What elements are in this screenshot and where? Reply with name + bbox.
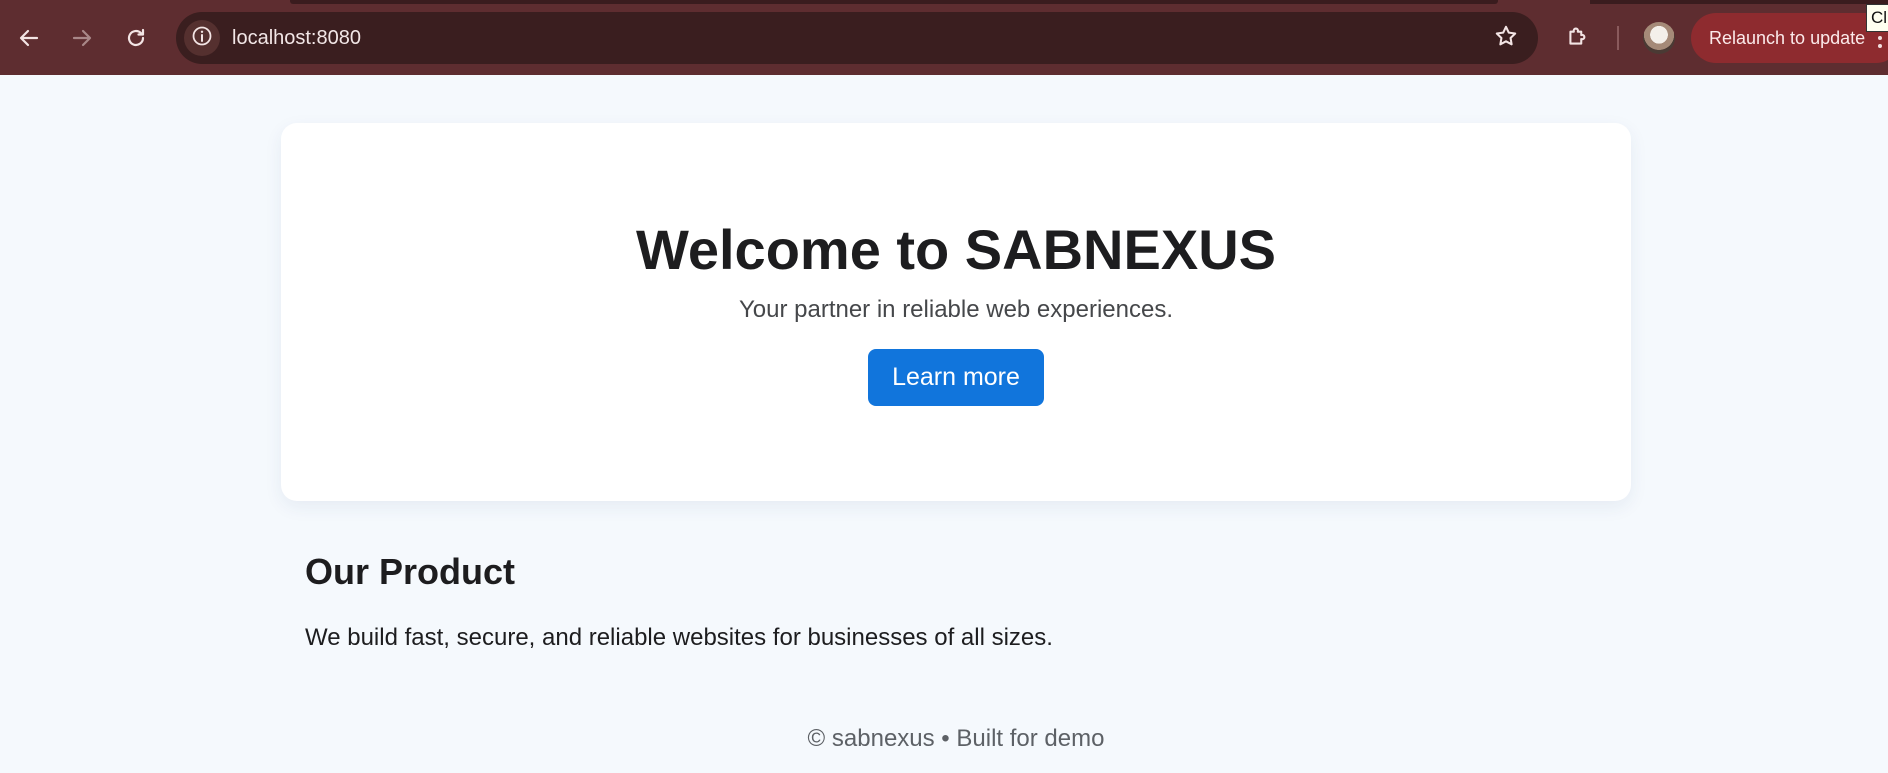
puzzle-icon (1565, 23, 1591, 54)
reload-button[interactable] (117, 19, 155, 57)
site-info-button[interactable] (184, 20, 220, 56)
product-description: We build fast, secure, and reliable webs… (305, 624, 1053, 651)
page-title: Welcome to SABNEXUS (636, 218, 1276, 281)
forward-button[interactable] (63, 19, 101, 57)
bookmark-button[interactable] (1492, 24, 1520, 52)
extensions-button[interactable] (1562, 22, 1594, 54)
address-bar[interactable]: localhost:8080 (176, 12, 1538, 64)
relaunch-button[interactable]: Relaunch to update (1691, 13, 1888, 63)
star-icon (1493, 23, 1519, 54)
back-button[interactable] (10, 19, 48, 57)
browser-toolbar: localhost:8080 Relaunch to update Cl (0, 0, 1888, 75)
product-heading: Our Product (305, 551, 516, 592)
url-text[interactable]: localhost:8080 (232, 26, 361, 50)
learn-more-button[interactable]: Learn more (868, 349, 1044, 406)
footer-text: © sabnexus • Built for demo (807, 725, 1105, 752)
toolbar-separator (1617, 26, 1619, 50)
tooltip: Cl (1866, 4, 1888, 32)
arrow-right-icon (70, 26, 94, 50)
info-icon (191, 25, 213, 52)
hero-subtitle: Your partner in reliable web experiences… (738, 296, 1174, 323)
tab-strip-edge (290, 0, 1498, 4)
profile-avatar[interactable] (1643, 22, 1675, 54)
arrow-left-icon (17, 26, 41, 50)
relaunch-label: Relaunch to update (1709, 28, 1866, 48)
reload-icon (124, 26, 148, 50)
tab-strip-edge-right (1590, 0, 1888, 4)
